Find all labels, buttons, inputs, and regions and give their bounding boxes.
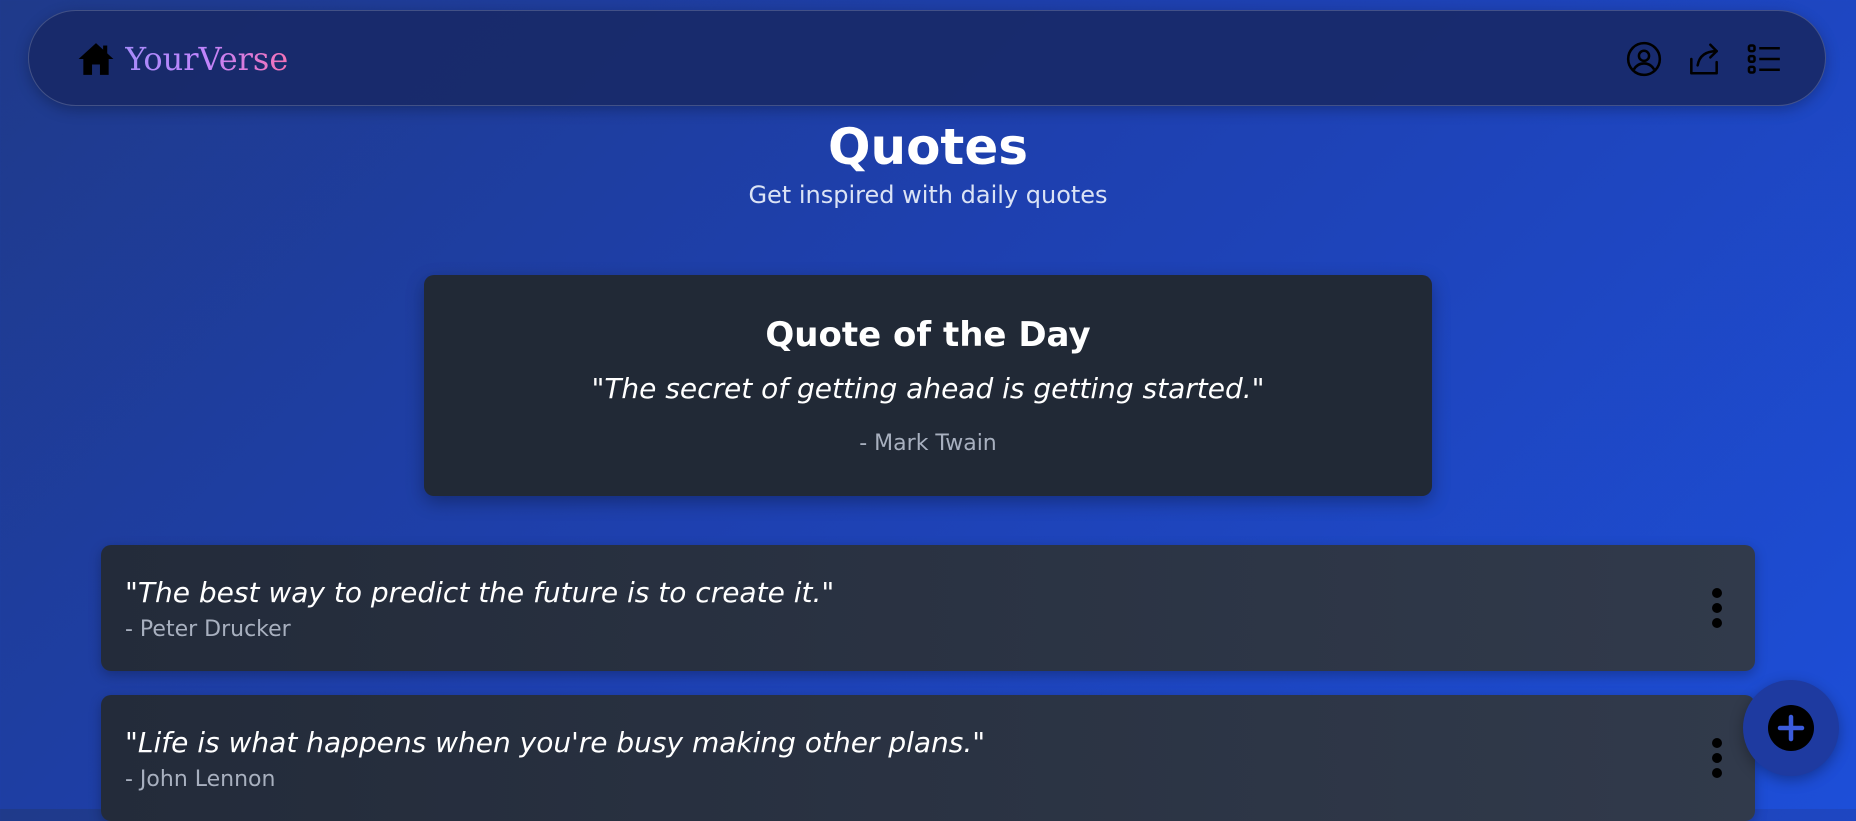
more-vertical-icon[interactable]: [1709, 737, 1725, 779]
quote-of-the-day-text: "The secret of getting ahead is getting …: [591, 372, 1265, 405]
page-subtitle: Get inspired with daily quotes: [748, 181, 1108, 209]
add-quote-button[interactable]: [1743, 680, 1839, 776]
more-vertical-icon[interactable]: [1709, 587, 1725, 629]
plus-icon: [1768, 705, 1814, 751]
share-icon[interactable]: [1685, 40, 1723, 78]
list-icon[interactable]: [1745, 40, 1783, 78]
brand-name: YourVerse: [125, 40, 289, 78]
user-circle-icon[interactable]: [1625, 40, 1663, 78]
quote-text: "The best way to predict the future is t…: [125, 576, 835, 609]
quote-author: - Peter Drucker: [125, 617, 291, 642]
page-title: Quotes: [827, 118, 1029, 176]
navbar-actions: [1625, 11, 1783, 107]
quote-list-item: "The best way to predict the future is t…: [101, 545, 1755, 671]
brand-home-link[interactable]: YourVerse: [77, 11, 288, 107]
quote-of-the-day-card: Quote of the Day "The secret of getting …: [424, 275, 1432, 496]
quote-author: - John Lennon: [125, 767, 276, 792]
home-icon: [78, 43, 114, 75]
quote-text: "Life is what happens when you're busy m…: [125, 726, 986, 759]
quote-list-item: "Life is what happens when you're busy m…: [101, 695, 1755, 821]
quote-of-the-day-heading: Quote of the Day: [765, 315, 1091, 355]
quote-of-the-day-author: - Mark Twain: [859, 431, 997, 456]
top-navbar: YourVerse: [28, 10, 1826, 106]
